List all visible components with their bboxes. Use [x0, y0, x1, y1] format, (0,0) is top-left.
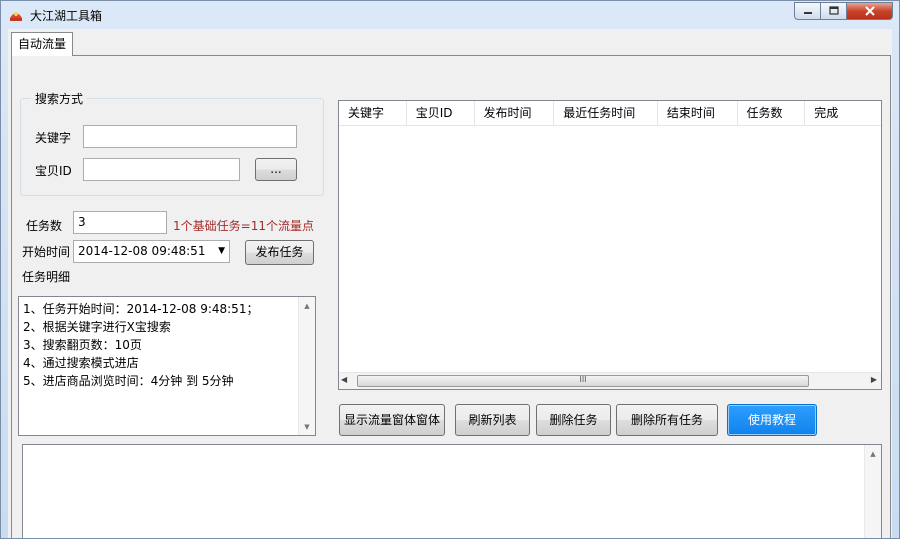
task-detail-text: 1、任务开始时间：2014-12-08 9:48:51； 2、根据关键字进行X宝… [23, 300, 258, 390]
task-detail-label: 任务明细 [22, 270, 71, 284]
tab-auto-traffic[interactable]: 自动流量 [11, 32, 73, 56]
detail-line: 5、进店商品浏览时间：4分钟 到 5分钟 [23, 374, 234, 388]
column-keyword[interactable]: 关键字 [339, 101, 407, 125]
window-title: 大江湖工具箱 [30, 9, 103, 23]
detail-line: 1、任务开始时间：2014-12-08 9:48:51； [23, 302, 259, 316]
tab-pane: 搜索方式 关键字 宝贝ID ... 任务数 3 1个基础任务=11个流量点 开始… [11, 55, 891, 538]
detail-line: 2、根据关键字进行X宝搜索 [23, 320, 171, 334]
scroll-down-icon[interactable]: ▼ [299, 418, 315, 435]
detail-line: 3、搜索翻页数：10页 [23, 338, 142, 352]
detail-line: 4、通过搜索模式进店 [23, 356, 139, 370]
detail-scrollbar[interactable]: ▲ ▼ [298, 297, 315, 435]
column-publish-time[interactable]: 发布时间 [475, 101, 555, 125]
start-time-value: 2014-12-08 09:48:51 [78, 244, 206, 258]
minimize-button[interactable] [794, 2, 821, 20]
delete-task-button[interactable]: 删除任务 [536, 404, 611, 436]
traffic-hint: 1个基础任务=11个流量点 [173, 219, 314, 233]
dropdown-arrow-icon[interactable]: ▼ [218, 241, 225, 262]
delete-all-tasks-button[interactable]: 删除所有任务 [616, 404, 718, 436]
column-end-time[interactable]: 结束时间 [658, 101, 738, 125]
column-recent-task-time[interactable]: 最近任务时间 [554, 101, 658, 125]
keyword-label: 关键字 [35, 131, 72, 145]
hscroll-thumb[interactable]: III [357, 375, 809, 387]
window-controls [794, 2, 893, 20]
maximize-button[interactable] [821, 2, 847, 20]
column-task-count[interactable]: 任务数 [738, 101, 806, 125]
item-id-input[interactable] [83, 158, 240, 181]
close-icon [864, 6, 875, 16]
browse-button[interactable]: ... [255, 158, 297, 181]
app-icon [10, 12, 22, 21]
title-bar[interactable]: 大江湖工具箱 [1, 1, 899, 29]
start-time-picker[interactable]: 2014-12-08 09:48:51 ▼ [73, 240, 230, 263]
task-list-header: 关键字 宝贝ID 发布时间 最近任务时间 结束时间 任务数 完成 [339, 101, 881, 126]
group-legend: 搜索方式 [31, 90, 88, 107]
scroll-left-icon[interactable]: ◀ [341, 375, 347, 384]
log-box[interactable]: ▲ [22, 444, 882, 538]
show-traffic-window-button[interactable]: 显示流量窗体窗体 [339, 404, 445, 436]
task-count-label: 任务数 [26, 219, 63, 233]
minimize-icon [803, 12, 812, 14]
task-detail-box[interactable]: 1、任务开始时间：2014-12-08 9:48:51； 2、根据关键字进行X宝… [18, 296, 316, 436]
column-complete[interactable]: 完成 [805, 101, 881, 125]
task-list[interactable]: 关键字 宝贝ID 发布时间 最近任务时间 结束时间 任务数 完成 ◀ III ▶ [338, 100, 882, 390]
main-window: 大江湖工具箱 自动流量 搜索方式 关键字 宝贝ID ... 任务数 3 1个基础… [0, 0, 900, 539]
refresh-list-button[interactable]: 刷新列表 [455, 404, 530, 436]
client-area: 自动流量 搜索方式 关键字 宝贝ID ... 任务数 3 1个基础任务=11个流… [8, 29, 892, 538]
item-id-label: 宝贝ID [35, 164, 72, 178]
task-list-hscrollbar[interactable]: ◀ III ▶ [339, 372, 881, 389]
search-method-group: 搜索方式 关键字 宝贝ID ... [20, 90, 324, 196]
keyword-input[interactable] [83, 125, 297, 148]
tutorial-button[interactable]: 使用教程 [727, 404, 817, 436]
start-time-label: 开始时间 [22, 245, 71, 259]
scroll-up-icon[interactable]: ▲ [865, 445, 881, 462]
close-button[interactable] [847, 2, 893, 20]
column-item-id[interactable]: 宝贝ID [407, 101, 475, 125]
publish-task-button[interactable]: 发布任务 [245, 240, 314, 265]
maximize-icon [828, 6, 839, 15]
scroll-up-icon[interactable]: ▲ [299, 297, 315, 314]
scroll-right-icon[interactable]: ▶ [871, 375, 877, 384]
log-scrollbar[interactable]: ▲ [864, 445, 881, 538]
task-count-input[interactable]: 3 [73, 211, 167, 234]
